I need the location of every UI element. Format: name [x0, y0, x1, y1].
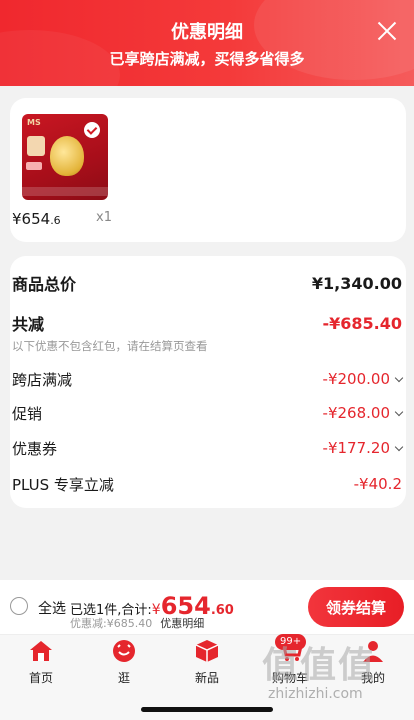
- stroll-icon: [113, 640, 135, 662]
- product-thumbnail[interactable]: MS: [22, 114, 108, 200]
- tab-label: 新品: [194, 671, 219, 685]
- reduce-value: -¥685.40: [322, 313, 402, 333]
- tab-home[interactable]: 首页: [11, 639, 71, 689]
- discount-value: -¥200.00: [322, 370, 390, 388]
- amount-dec: .60: [210, 603, 234, 618]
- chevron-down-icon: [394, 407, 404, 417]
- tab-new[interactable]: 新品: [177, 639, 237, 689]
- discount-value: -¥177.20: [322, 439, 390, 457]
- discount-label: 优惠券: [12, 439, 58, 458]
- checkout-button[interactable]: 领券结算: [308, 587, 404, 627]
- tab-label: 逛: [117, 671, 130, 685]
- discount-value: -¥268.00: [322, 404, 390, 422]
- discount-value: -¥40.2: [353, 475, 402, 493]
- header: 优惠明细 已享跨店满减，买得多省得多: [0, 0, 414, 86]
- check-icon: [84, 122, 100, 138]
- product-decoration: [22, 187, 108, 196]
- product-quantity: x1: [96, 210, 112, 225]
- discount-label: 促销: [12, 404, 43, 423]
- discount-label: PLUS 专享立减: [12, 475, 114, 494]
- product-card: MS: [10, 98, 406, 242]
- chevron-down-icon: [394, 373, 404, 383]
- tab-label: 首页: [28, 671, 53, 685]
- discount-summary: 优惠减:¥685.40 优惠明细: [70, 615, 204, 631]
- tab-label: 购物车: [271, 671, 308, 685]
- home-icon: [30, 641, 52, 661]
- checkout-bar: 全选 已选1件,合计:¥654.60 优惠减:¥685.40 优惠明细 领券结算: [0, 580, 414, 634]
- discount-row[interactable]: 优惠券 -¥177.20: [12, 436, 404, 460]
- chevron-down-icon: [394, 442, 404, 452]
- product-price-dec: .6: [50, 214, 61, 227]
- product-decoration: [26, 162, 42, 170]
- page-subtitle: 已享跨店满减，买得多省得多: [109, 50, 305, 68]
- total-label: 商品总价: [12, 275, 77, 294]
- select-all-radio[interactable]: [10, 597, 28, 615]
- product-price: ¥654.6: [12, 210, 61, 228]
- page-title: 优惠明细: [171, 22, 243, 43]
- box-icon: [195, 640, 219, 662]
- home-indicator: [141, 707, 273, 712]
- user-icon: [363, 641, 383, 662]
- reduce-label: 共减: [12, 315, 45, 334]
- discount-total: 优惠减:¥685.40: [70, 617, 153, 630]
- product-image: [50, 136, 84, 176]
- discount-detail-link[interactable]: 优惠明细: [160, 617, 204, 630]
- discount-row[interactable]: 促销 -¥268.00: [12, 401, 404, 425]
- discount-note: 以下优惠不包含红包，请在结算页查看: [12, 339, 208, 353]
- tab-mine[interactable]: 我的: [343, 639, 403, 689]
- product-price-int: ¥654: [12, 210, 51, 228]
- product-brand: MS: [27, 118, 41, 127]
- close-icon[interactable]: [376, 20, 398, 42]
- select-all-label[interactable]: 全选: [38, 598, 66, 618]
- tab-label: 我的: [360, 671, 385, 685]
- product-decoration: [27, 136, 45, 156]
- total-row: 商品总价 ¥1,340.00: [12, 271, 402, 295]
- discount-row[interactable]: 跨店满减 -¥200.00: [12, 367, 404, 391]
- discount-row: PLUS 专享立减 -¥40.2: [12, 472, 402, 496]
- tab-stroll[interactable]: 逛: [94, 639, 154, 689]
- discount-label: 跨店满减: [12, 370, 73, 389]
- total-value: ¥1,340.00: [311, 273, 402, 293]
- reduce-row: 共减 -¥685.40: [12, 311, 402, 335]
- cart-badge: 99+: [275, 634, 307, 650]
